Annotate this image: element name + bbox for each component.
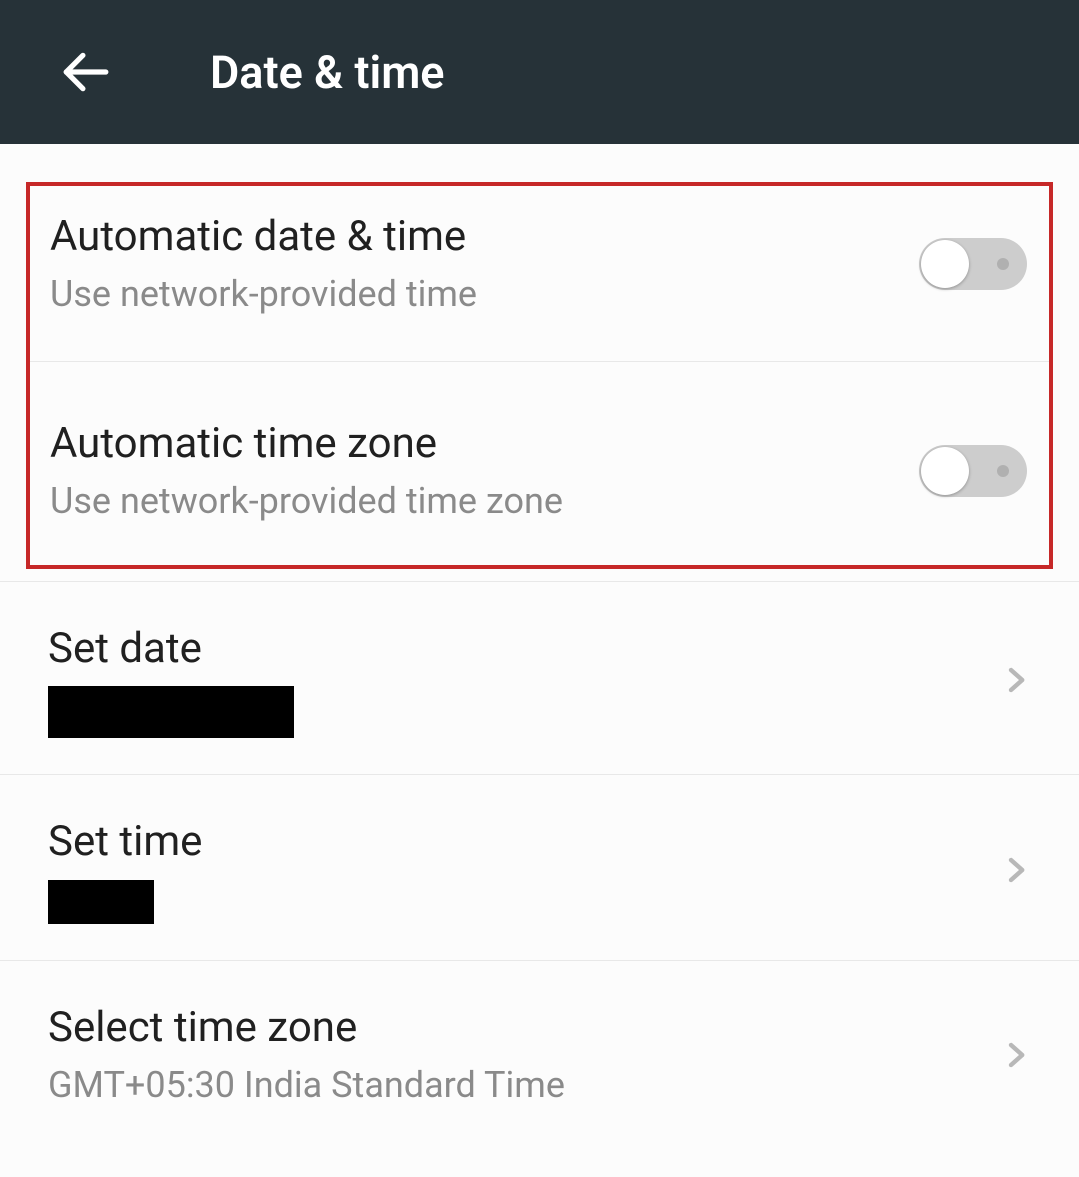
set-time-row[interactable]: Set time <box>0 775 1079 960</box>
auto-time-zone-row[interactable]: Automatic time zone Use network-provided… <box>30 362 1049 564</box>
select-time-zone-row[interactable]: Select time zone GMT+05:30 India Standar… <box>0 961 1079 1144</box>
page-title: Date & time <box>210 46 445 99</box>
set-date-text: Set date <box>48 622 1001 739</box>
set-date-value-redacted <box>48 686 294 738</box>
toggle-thumb-icon <box>921 240 969 288</box>
chevron-right-icon <box>1001 1035 1031 1075</box>
chevron-right-icon <box>1001 850 1031 890</box>
select-time-zone-title: Select time zone <box>48 1001 1001 1056</box>
spacer <box>0 569 1079 581</box>
set-time-title: Set time <box>48 815 1001 870</box>
app-header: Date & time <box>0 0 1079 144</box>
auto-time-zone-toggle[interactable] <box>919 445 1027 497</box>
auto-time-zone-title: Automatic time zone <box>50 417 919 472</box>
auto-date-time-toggle[interactable] <box>919 238 1027 290</box>
toggle-off-indicator-icon <box>997 465 1009 477</box>
auto-date-time-row[interactable]: Automatic date & time Use network-provid… <box>30 186 1049 361</box>
back-arrow-icon[interactable] <box>60 47 110 97</box>
toggle-off-indicator-icon <box>997 258 1009 270</box>
auto-time-zone-text: Automatic time zone Use network-provided… <box>50 417 919 524</box>
settings-list: Automatic date & time Use network-provid… <box>0 144 1079 1144</box>
auto-date-time-subtitle: Use network-provided time <box>50 271 919 318</box>
select-time-zone-text: Select time zone GMT+05:30 India Standar… <box>48 1001 1001 1108</box>
select-time-zone-subtitle: GMT+05:30 India Standard Time <box>48 1062 1001 1109</box>
auto-date-time-title: Automatic date & time <box>50 210 919 265</box>
set-date-title: Set date <box>48 622 1001 677</box>
toggle-thumb-icon <box>921 447 969 495</box>
highlighted-settings-group: Automatic date & time Use network-provid… <box>26 182 1053 569</box>
auto-date-time-text: Automatic date & time Use network-provid… <box>50 210 919 317</box>
chevron-right-icon <box>1001 660 1031 700</box>
set-time-value-redacted <box>48 880 154 924</box>
set-time-text: Set time <box>48 815 1001 924</box>
set-date-row[interactable]: Set date <box>0 582 1079 775</box>
auto-time-zone-subtitle: Use network-provided time zone <box>50 478 919 525</box>
